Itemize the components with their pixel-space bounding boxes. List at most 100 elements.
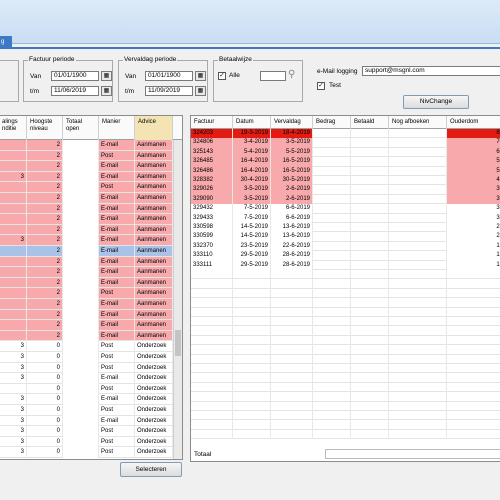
table-row[interactable]: 2 Post Aanmanen xyxy=(0,150,173,162)
betaalwijze-input[interactable] xyxy=(260,71,286,81)
factuur-van-input[interactable]: 01/01/1900 xyxy=(51,71,99,81)
column-header-datum[interactable]: Datum xyxy=(233,116,271,129)
table-row[interactable]: 2 E-mail Aanmanen xyxy=(0,203,173,215)
table-row[interactable]: 3290263-5-20192-6-2019 39 xyxy=(191,185,500,195)
cell-hoogste-niveau: 2 xyxy=(27,246,63,257)
table-row[interactable]: 2 E-mail Aanmanen xyxy=(0,140,173,151)
column-header-totaal-open[interactable]: Totaal open xyxy=(63,116,99,140)
cell-nog-afboeken xyxy=(389,260,447,270)
search-icon[interactable]: ⚲ xyxy=(288,69,295,80)
column-header-manier[interactable]: Manier xyxy=(99,116,135,140)
column-header-betaald[interactable]: Betaald xyxy=(351,116,389,129)
table-row[interactable]: 3 2 E-mail Aanmanen xyxy=(0,235,173,246)
table-row[interactable]: 3 0 E-mail Onderzoek xyxy=(0,394,173,405)
cell-factuur xyxy=(191,401,233,411)
table-row[interactable]: 3 0 Post Onderzoek xyxy=(0,352,173,363)
table-row[interactable]: 3290903-5-20192-6-2019 39 xyxy=(191,194,500,205)
table-row[interactable]: 32838230-4-201930-5-2019 42 xyxy=(191,176,500,186)
table-row[interactable]: 2 E-mail Aanmanen xyxy=(0,224,173,236)
cell-nog-afboeken xyxy=(389,411,447,421)
cell-hoogste-niveau: 2 xyxy=(27,171,63,183)
cell-manier: E-mail xyxy=(99,235,135,246)
column-header-advice[interactable]: Advice xyxy=(135,116,173,140)
vervaldag-van-input[interactable]: 01/01/1900 xyxy=(145,71,193,81)
table-row[interactable]: 33237023-5-201922-6-2019 19 xyxy=(191,241,500,252)
cell-bedrag xyxy=(313,326,351,336)
calendar-icon[interactable]: ▦ xyxy=(101,71,112,81)
column-header-ouderdom[interactable]: Ouderdom xyxy=(447,116,500,129)
cell-conditie xyxy=(0,161,27,172)
column-header-conditie[interactable]: alings nditie xyxy=(0,116,27,140)
table-row[interactable]: 3 0 Post Onderzoek xyxy=(0,426,173,437)
cell-totaal-open xyxy=(63,161,99,172)
column-header-nog-afboeken[interactable]: Nog afboeken xyxy=(389,116,447,129)
table-row[interactable]: 2 E-mail Aanmanen xyxy=(0,309,173,321)
table-row[interactable]: 2 E-mail Aanmanen xyxy=(0,214,173,225)
table-row[interactable]: 33059914-5-201913-6-2019 28 xyxy=(191,232,500,242)
email-logging-input[interactable]: support@msgnl.com xyxy=(362,66,500,76)
column-header-factuur[interactable]: Factuur xyxy=(191,116,233,129)
cell-betaald xyxy=(351,411,389,421)
left-grid-scrollbar[interactable] xyxy=(173,140,182,459)
table-row[interactable]: 33311129-5-201928-6-2019 13 xyxy=(191,260,500,270)
table-row[interactable]: 3 0 Post Onderzoek xyxy=(0,436,173,448)
table-row[interactable]: 0 Post Onderzoek xyxy=(0,383,173,395)
factuur-tm-input[interactable]: 11/06/2019 xyxy=(51,86,99,96)
cell-factuur xyxy=(191,429,233,440)
table-row[interactable]: 33059814-5-201913-6-2019 28 xyxy=(191,223,500,233)
selecteren-button[interactable]: Selecteren xyxy=(120,462,182,477)
cell-factuur: 329090 xyxy=(191,194,233,205)
column-header-bedrag[interactable]: Bedrag xyxy=(313,116,351,129)
cell-totaal-open xyxy=(63,256,99,268)
table-row[interactable]: 2 E-mail Aanmanen xyxy=(0,246,173,257)
table-row[interactable]: 3294337-5-20196-6-2019 35 xyxy=(191,213,500,223)
table-row[interactable]: 3 2 E-mail Aanmanen xyxy=(0,171,173,183)
cell-factuur xyxy=(191,373,233,383)
table-row[interactable]: 2 E-mail Aanmanen xyxy=(0,277,173,289)
table-row[interactable]: 2 E-mail Aanmanen xyxy=(0,330,173,342)
table-row[interactable]: 3 0 E-mail Onderzoek xyxy=(0,373,173,384)
cell-factuur: 329433 xyxy=(191,213,233,223)
table-row[interactable]: 3 0 E-mail Onderzoek xyxy=(0,415,173,427)
calendar-icon[interactable]: ▦ xyxy=(195,86,206,96)
vervaldag-tm-input[interactable]: 11/09/2019 xyxy=(145,86,193,96)
table-row[interactable]: 3 0 Post Onderzoek xyxy=(0,447,173,458)
alle-checkbox[interactable]: ✓ xyxy=(218,72,226,80)
nivchange-button[interactable]: NivChange xyxy=(403,95,469,109)
column-header-vervaldag[interactable]: Vervaldag xyxy=(271,116,313,129)
cell-totaal-open xyxy=(63,288,99,299)
table-row[interactable]: 3 0 Post Onderzoek xyxy=(0,405,173,416)
table-row[interactable]: 32420319-3-201918-4-2019 86 xyxy=(191,129,500,139)
table-row[interactable]: 32648616-4-201916-5-2019 56 xyxy=(191,166,500,176)
table-row[interactable]: 2 E-mail Aanmanen xyxy=(0,256,173,268)
table-row[interactable]: 32648516-4-201916-5-2019 56 xyxy=(191,157,500,167)
table-row[interactable]: 3248063-4-20193-5-2019 70 xyxy=(191,138,500,148)
cell-totaal-open xyxy=(63,267,99,278)
cell-vervaldag xyxy=(271,373,313,383)
table-row[interactable]: 2 E-mail Aanmanen xyxy=(0,193,173,204)
table-row[interactable]: 3 0 Post Onderzoek xyxy=(0,341,173,352)
cell-factuur xyxy=(191,279,233,289)
table-row[interactable]: 3251435-4-20195-5-2019 67 xyxy=(191,147,500,158)
cell-vervaldag: 16-5-2019 xyxy=(271,166,313,176)
calendar-icon[interactable]: ▦ xyxy=(101,86,112,96)
calendar-icon[interactable]: ▦ xyxy=(195,71,206,81)
cell-bedrag xyxy=(313,279,351,289)
cell-datum xyxy=(233,270,271,280)
table-row[interactable]: 2 Post Aanmanen xyxy=(0,182,173,193)
cell-factuur xyxy=(191,364,233,374)
table-row[interactable]: 2 E-mail Aanmanen xyxy=(0,161,173,172)
table-row[interactable]: 2 E-mail Aanmanen xyxy=(0,299,173,310)
table-row[interactable]: 3 0 Post Onderzoek xyxy=(0,362,173,374)
cell-bedrag xyxy=(313,166,351,176)
table-row[interactable]: 3294327-5-20196-6-2019 35 xyxy=(191,204,500,214)
table-row[interactable]: 2 Post Aanmanen xyxy=(0,288,173,299)
cell-nog-afboeken xyxy=(389,129,447,139)
table-row[interactable]: 33311029-5-201928-6-2019 13 xyxy=(191,251,500,261)
cell-bedrag xyxy=(313,420,351,430)
test-checkbox[interactable]: ✓ xyxy=(317,82,325,90)
table-row[interactable]: 2 E-mail Aanmanen xyxy=(0,267,173,278)
table-row[interactable]: 2 E-mail Aanmanen xyxy=(0,320,173,331)
column-header-hoogste-niveau[interactable]: Hoogste niveau xyxy=(27,116,63,140)
scrollbar-thumb[interactable] xyxy=(175,330,181,356)
